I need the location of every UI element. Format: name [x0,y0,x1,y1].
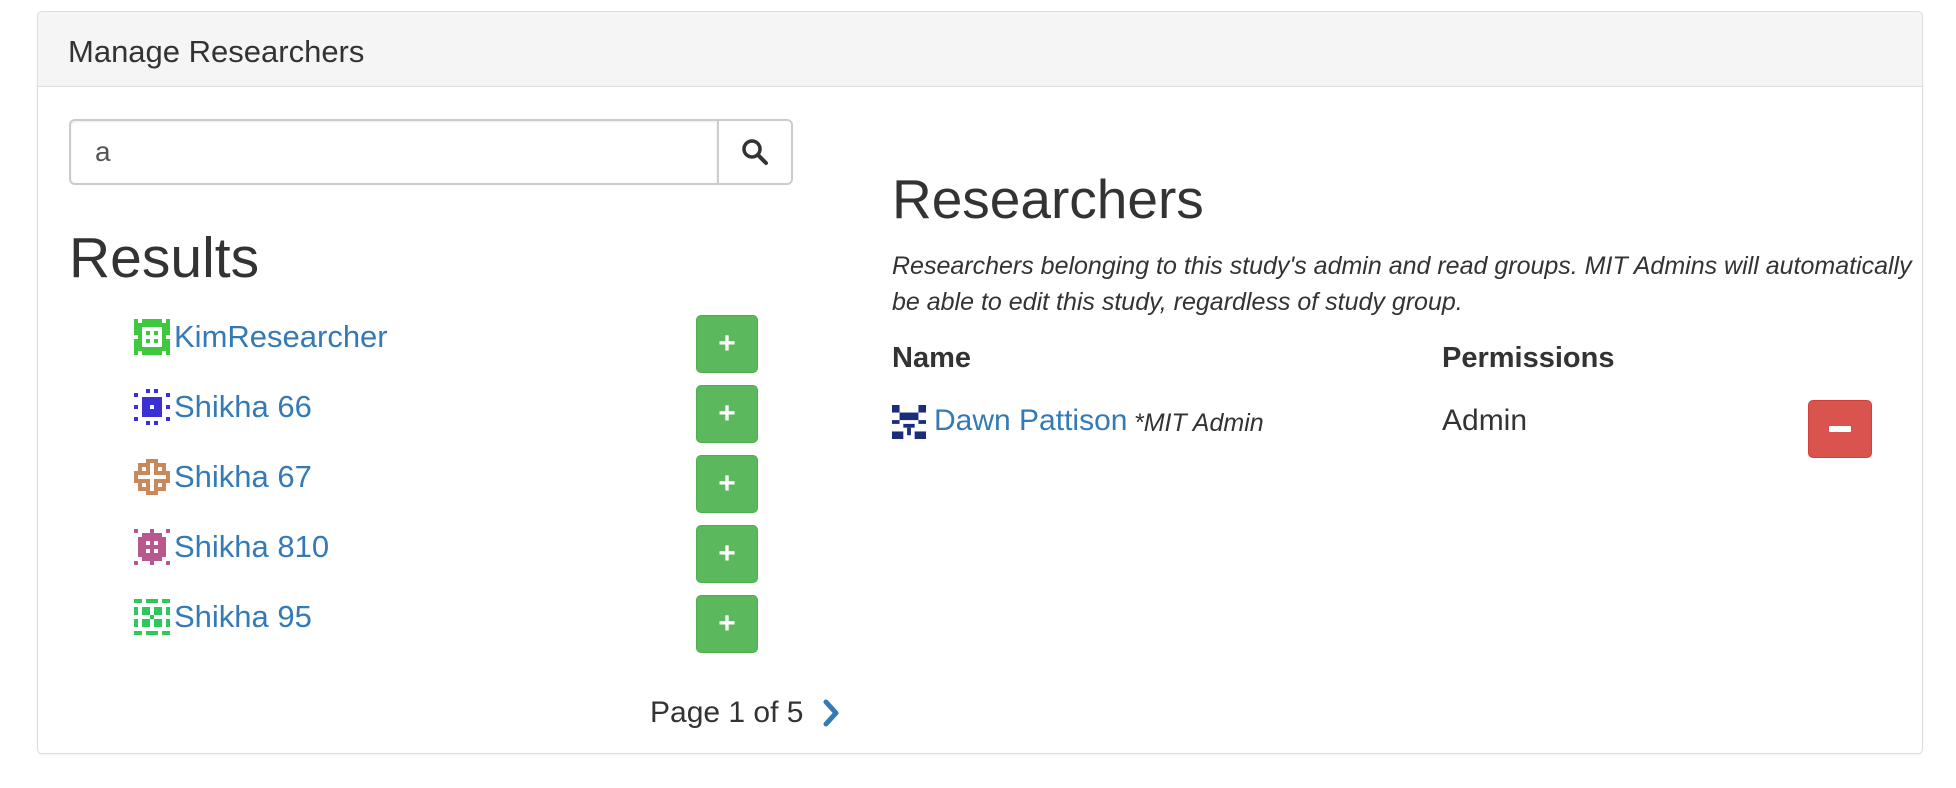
identicon-avatar [134,319,170,355]
result-item: Shikha 66 + [134,385,766,447]
add-researcher-button[interactable]: + [696,385,758,443]
identicon-avatar [892,405,926,439]
remove-researcher-button[interactable] [1808,400,1872,458]
result-item: Shikha 67 + [134,455,766,517]
add-researcher-button[interactable]: + [696,455,758,513]
result-link[interactable]: Shikha 810 [174,529,329,565]
result-item: Shikha 95 + [134,595,766,657]
permission-value: Admin [1442,404,1528,437]
researcher-name-link[interactable]: Dawn Pattison [934,404,1127,438]
identicon-avatar [134,599,170,635]
add-researcher-button[interactable]: + [696,315,758,373]
column-header-permissions: Permissions [1442,342,1615,374]
manage-researchers-panel: Manage Researchers Results [37,11,1923,754]
identicon-avatar [134,459,170,495]
column-header-name: Name [892,342,971,374]
researchers-heading: Researchers [892,168,1204,230]
search-icon [742,139,768,165]
minus-icon [1829,426,1851,432]
results-heading: Results [69,226,260,290]
result-link[interactable]: Shikha 95 [174,599,312,635]
chevron-right-icon [823,699,839,727]
search-input[interactable] [69,119,717,185]
identicon-avatar [134,529,170,565]
mit-admin-note: *MIT Admin [1134,409,1264,437]
add-researcher-button[interactable]: + [696,525,758,583]
next-page-button[interactable] [821,699,841,727]
result-item: KimResearcher + [134,315,766,377]
pagination: Page 1 of 5 [650,696,841,730]
search-button[interactable] [717,119,793,185]
result-item: Shikha 810 + [134,525,766,587]
page-indicator: Page 1 of 5 [650,696,804,729]
result-link[interactable]: Shikha 67 [174,459,312,495]
identicon-avatar [134,389,170,425]
panel-title: Manage Researchers [38,12,1922,87]
result-link[interactable]: KimResearcher [174,319,388,355]
add-researcher-button[interactable]: + [696,595,758,653]
researchers-description: Researchers belonging to this study's ad… [892,252,1912,316]
result-link[interactable]: Shikha 66 [174,389,312,425]
search-group [69,119,793,185]
